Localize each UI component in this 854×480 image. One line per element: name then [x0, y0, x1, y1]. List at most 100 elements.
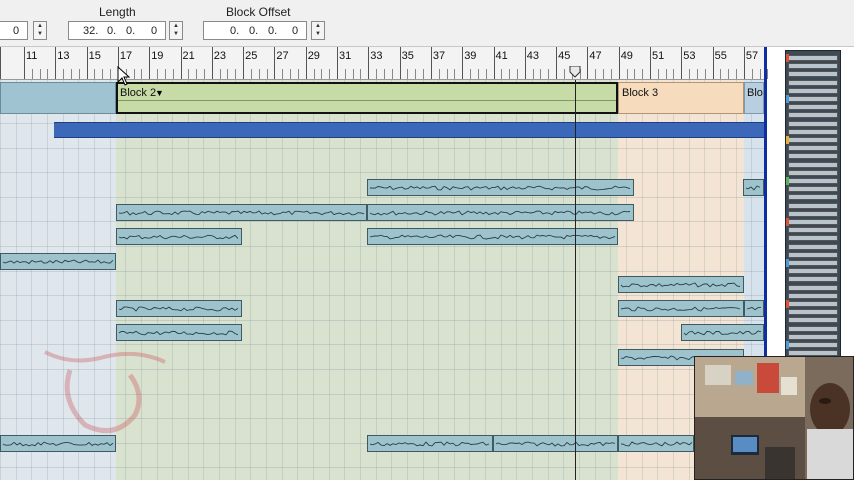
audio-clip[interactable]	[367, 435, 493, 452]
mixer-channel-row	[788, 161, 838, 168]
mixer-channel-row	[788, 79, 838, 86]
ruler-major-tick	[462, 47, 464, 79]
audio-clip[interactable]	[116, 300, 242, 317]
ruler-major-tick	[650, 47, 651, 79]
audio-clip[interactable]	[743, 179, 764, 196]
audio-clip[interactable]	[367, 204, 634, 221]
ruler-minor-tick	[540, 69, 542, 79]
ruler-minor-tick	[78, 69, 80, 79]
grid-column-line	[250, 80, 251, 480]
mixer-channel-row	[788, 145, 838, 152]
ruler-bar-label: 45	[558, 50, 571, 62]
ruler-minor-tick	[751, 69, 753, 79]
waveform-icon	[369, 441, 490, 447]
offset-ticks: 0	[292, 25, 299, 37]
ruler-bar-label: 31	[339, 50, 352, 62]
ruler-minor-tick	[63, 69, 65, 79]
ruler-minor-tick	[329, 69, 331, 79]
grid-row-line	[0, 172, 764, 173]
block-offset-label: Block Offset	[226, 5, 291, 19]
block-3-bar[interactable]: Block 3	[618, 82, 744, 114]
ruler-minor-tick	[266, 69, 268, 79]
grid-column-line	[438, 80, 439, 480]
spin-down-icon[interactable]: ▼	[312, 30, 324, 38]
spin-up-icon[interactable]: ▲	[312, 22, 324, 30]
ruler-minor-tick	[759, 69, 761, 79]
spin-up-icon[interactable]: ▲	[170, 22, 182, 30]
grid-column-line	[454, 80, 455, 480]
mixer-channel-row	[788, 96, 838, 102]
audio-clip[interactable]	[618, 276, 744, 293]
webcam-overlay	[694, 356, 854, 480]
audio-clip[interactable]	[618, 435, 694, 452]
ruler-minor-tick	[141, 69, 143, 79]
position-field[interactable]: 0	[0, 21, 28, 40]
mixer-channel-row	[788, 153, 838, 160]
audio-clip[interactable]	[367, 179, 634, 196]
ruler-bar-label: 27	[276, 50, 289, 62]
grid-row-line	[0, 320, 764, 321]
waveform-icon	[118, 234, 239, 240]
length-spinner[interactable]: ▲ ▼	[169, 21, 183, 40]
position-value: 0	[13, 25, 20, 37]
ruler-minor-tick	[454, 69, 456, 79]
audio-clip[interactable]	[116, 324, 242, 341]
mixer-panel-thumbnail[interactable]	[785, 50, 841, 370]
mixer-channel-row	[788, 276, 838, 283]
ruler-minor-tick	[642, 69, 644, 79]
logo-watermark-icon	[44, 350, 166, 434]
spin-up-icon[interactable]: ▲	[34, 22, 46, 30]
grid-column-line	[0, 80, 1, 480]
audio-clip[interactable]	[618, 300, 744, 317]
grid-column-line	[563, 80, 564, 480]
timeline-ruler[interactable]: 11 13 15 17 19 21 23 25 27 29 31 33 35 37 39 41 43 45 47 49…	[0, 47, 769, 80]
ruler-minor-tick	[352, 69, 354, 79]
ruler-minor-tick	[344, 69, 346, 79]
ruler-minor-tick	[595, 69, 597, 79]
playhead-marker-icon[interactable]	[569, 66, 581, 78]
mixer-channel-row	[788, 284, 838, 291]
automation-lane[interactable]	[54, 122, 764, 138]
audio-clip[interactable]	[493, 435, 618, 452]
block-1-bar[interactable]	[0, 82, 116, 114]
ruler-minor-tick	[235, 69, 237, 79]
ruler-major-tick	[211, 47, 213, 79]
block-4-bar[interactable]: Blo	[744, 82, 764, 114]
grid-column-line	[595, 80, 596, 480]
block-dropdown-icon[interactable]: ▼	[155, 88, 164, 98]
ruler-bar-label: 53	[683, 50, 696, 62]
ruler-minor-tick	[376, 69, 378, 79]
grid-column-line	[469, 80, 470, 480]
ruler-minor-tick	[290, 69, 292, 79]
grid-row-line	[0, 221, 764, 222]
length-field[interactable]: 32. 0. 0. 0	[68, 21, 166, 40]
ruler-bar-label: 11	[26, 50, 38, 62]
ruler-minor-tick	[313, 69, 315, 79]
spin-down-icon[interactable]: ▼	[170, 30, 182, 38]
mixer-color-marker	[786, 177, 789, 185]
audio-clip[interactable]	[681, 324, 764, 341]
spin-down-icon[interactable]: ▼	[34, 30, 46, 38]
audio-clip[interactable]	[116, 204, 367, 221]
mixer-channel-row	[788, 227, 838, 234]
audio-clip[interactable]	[367, 228, 618, 245]
ruler-minor-tick	[70, 69, 72, 79]
offset-bars: 0.	[230, 25, 240, 37]
ruler-minor-tick	[626, 69, 628, 79]
ruler-minor-tick	[203, 69, 205, 79]
mixer-color-marker	[786, 341, 789, 349]
offset-beats: 0.	[249, 25, 259, 37]
position-spinner[interactable]: ▲ ▼	[33, 21, 47, 40]
audio-clip[interactable]	[0, 253, 116, 270]
ruler-minor-tick	[172, 69, 174, 79]
block-2-bar[interactable]: Block 2 ▼	[116, 82, 618, 114]
grid-column-line	[188, 80, 189, 480]
block-offset-field[interactable]: 0. 0. 0. 0	[203, 21, 307, 40]
audio-clip[interactable]	[116, 228, 242, 245]
ruler-minor-tick	[258, 69, 260, 79]
ruler-bar-label: 57	[745, 50, 759, 62]
audio-clip[interactable]	[744, 300, 764, 317]
block-offset-spinner[interactable]: ▲ ▼	[311, 21, 325, 40]
ruler-minor-tick	[610, 69, 612, 79]
ruler-minor-tick	[133, 69, 135, 79]
